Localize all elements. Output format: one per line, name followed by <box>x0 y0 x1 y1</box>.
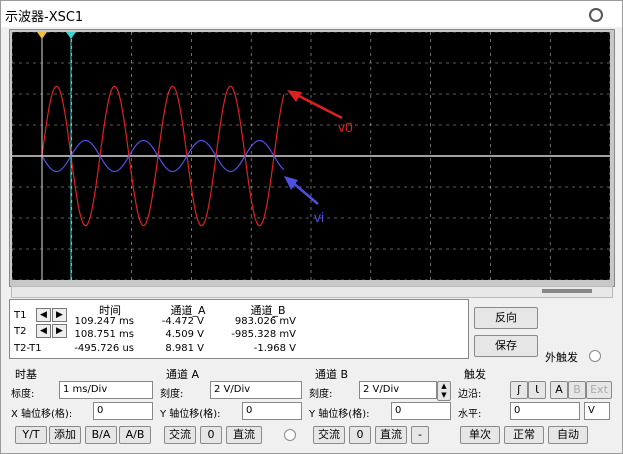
close-icon[interactable] <box>589 8 603 22</box>
cursor-readout-panel: 时间 通道_A 通道_B T1 ◀ ▶ 109.247 ms -4.472 V … <box>9 299 469 359</box>
channel-b-dc-button[interactable]: 直流 <box>375 426 407 444</box>
window-title: 示波器-XSC1 <box>5 10 84 25</box>
ba-mode-button[interactable]: B/A <box>85 426 117 444</box>
v0-label: v0 <box>338 119 353 135</box>
t2-channel-a: 4.509 V <box>165 329 204 340</box>
channel-b-ypos-field[interactable]: 0 <box>391 402 451 420</box>
t1-left-arrow-icon[interactable]: ◀ <box>36 308 51 322</box>
trigger-level-field[interactable]: 0 <box>510 402 580 420</box>
ab-mode-button[interactable]: A/B <box>119 426 151 444</box>
timebase-xpos-label: X 轴位移(格): <box>11 409 73 420</box>
channel-b-zero-button[interactable]: 0 <box>349 426 371 444</box>
channel-a-title: 通道 A <box>166 368 200 381</box>
vi-arrow <box>291 181 319 205</box>
delta-time: -495.726 us <box>74 343 134 354</box>
channel-a-group: 通道 A 刻度: 2 V/Div Y 轴位移(格): 0 交流 0 直流 <box>158 364 304 448</box>
t1-time: 109.247 ms <box>74 316 134 327</box>
save-button[interactable]: 保存 <box>474 335 538 357</box>
reverse-button[interactable]: 反向 <box>474 307 538 329</box>
trigger-level-unit[interactable]: V <box>584 402 610 420</box>
row-label-t2-t1: T2-T1 <box>14 343 42 354</box>
channel-b-scale-field[interactable]: 2 V/Div <box>359 381 437 399</box>
timebase-scale-field[interactable]: 1 ms/Div <box>59 381 153 399</box>
channel-b-scale-spinner-icon[interactable]: ▲ ▼ <box>437 381 451 401</box>
falling-edge-icon[interactable]: Ɩ <box>528 381 546 399</box>
scope-screen: v0 vi <box>11 31 611 281</box>
v0-arrow <box>294 92 343 120</box>
trigger-source-b-button[interactable]: B <box>568 381 586 399</box>
t2-time: 108.751 ms <box>74 329 134 340</box>
cursor-t2-marker-icon <box>66 32 76 39</box>
trigger-title: 触发 <box>464 368 486 381</box>
scope-screen-frame: v0 vi <box>9 29 615 287</box>
row-label-t1: T1 <box>14 310 27 321</box>
channel-b-minus-button[interactable]: - <box>411 426 429 444</box>
channel-b-group: 通道 B 刻度: 2 V/Div ▲ ▼ Y 轴位移(格): 0 交流 0 直流 … <box>307 364 453 448</box>
channel-a-scale-field[interactable]: 2 V/Div <box>210 381 302 399</box>
t1-channel-a: -4.472 V <box>161 316 204 327</box>
delta-channel-a: 8.981 V <box>165 343 204 354</box>
t1-channel-b: 983.026 mV <box>234 316 296 327</box>
t2-right-arrow-icon[interactable]: ▶ <box>52 324 67 338</box>
t2-channel-b: -985.328 mV <box>231 329 296 340</box>
horizontal-scrollbar[interactable] <box>11 286 613 298</box>
cursor-t1-marker-icon <box>37 32 47 39</box>
add-mode-button[interactable]: 添加 <box>49 426 81 444</box>
channel-a-radio[interactable] <box>284 429 296 441</box>
channel-a-ac-button[interactable]: 交流 <box>164 426 196 444</box>
delta-channel-b: -1.968 V <box>253 343 296 354</box>
rising-edge-icon[interactable]: ʃ <box>510 381 528 399</box>
auto-trigger-button[interactable]: 自动 <box>548 426 588 444</box>
timebase-title: 时基 <box>15 368 37 381</box>
trigger-source-ext-button[interactable]: Ext <box>586 381 612 399</box>
title-bar: 示波器-XSC1 <box>1 1 622 27</box>
yt-mode-button[interactable]: Y/T <box>15 426 47 444</box>
timebase-xpos-field[interactable]: 0 <box>93 402 153 420</box>
ext-trigger-label: 外触发 <box>545 351 578 364</box>
scrollbar-thumb[interactable] <box>542 289 592 293</box>
normal-trigger-button[interactable]: 正常 <box>504 426 544 444</box>
t2-left-arrow-icon[interactable]: ◀ <box>36 324 51 338</box>
channel-b-ac-button[interactable]: 交流 <box>313 426 345 444</box>
t1-right-arrow-icon[interactable]: ▶ <box>52 308 67 322</box>
channel-a-zero-button[interactable]: 0 <box>200 426 222 444</box>
channel-a-scale-label: 刻度: <box>160 389 184 400</box>
channel-a-ypos-field[interactable]: 0 <box>242 402 302 420</box>
trigger-level-label: 水平: <box>458 409 482 420</box>
timebase-scale-label: 标度: <box>11 389 35 400</box>
channel-a-ypos-label: Y 轴位移(格): <box>160 409 221 420</box>
channel-b-scale-label: 刻度: <box>309 389 333 400</box>
waveform-display: v0 vi <box>11 31 611 281</box>
channel-b-ypos-label: Y 轴位移(格): <box>309 409 370 420</box>
ext-trigger-radio[interactable] <box>589 350 601 362</box>
trigger-source-a-button[interactable]: A <box>550 381 568 399</box>
vi-arrow-head-icon <box>284 176 298 190</box>
oscilloscope-window: 示波器-XSC1 v0 vi 时间 通道_A 通道_B T1 ◀ ▶ 109.24… <box>0 0 623 454</box>
vi-label: vi <box>314 209 324 225</box>
trigger-group: 触发 边沿: ʃ Ɩ A B Ext 水平: 0 V 单次 正常 自动 <box>456 364 616 448</box>
single-trigger-button[interactable]: 单次 <box>460 426 500 444</box>
channel-b-title: 通道 B <box>315 368 349 381</box>
timebase-group: 时基 标度: 1 ms/Div X 轴位移(格): 0 Y/T 添加 B/A A… <box>9 364 155 448</box>
channel-a-dc-button[interactable]: 直流 <box>226 426 262 444</box>
trigger-edge-label: 边沿: <box>458 389 482 400</box>
row-label-t2: T2 <box>14 326 27 337</box>
